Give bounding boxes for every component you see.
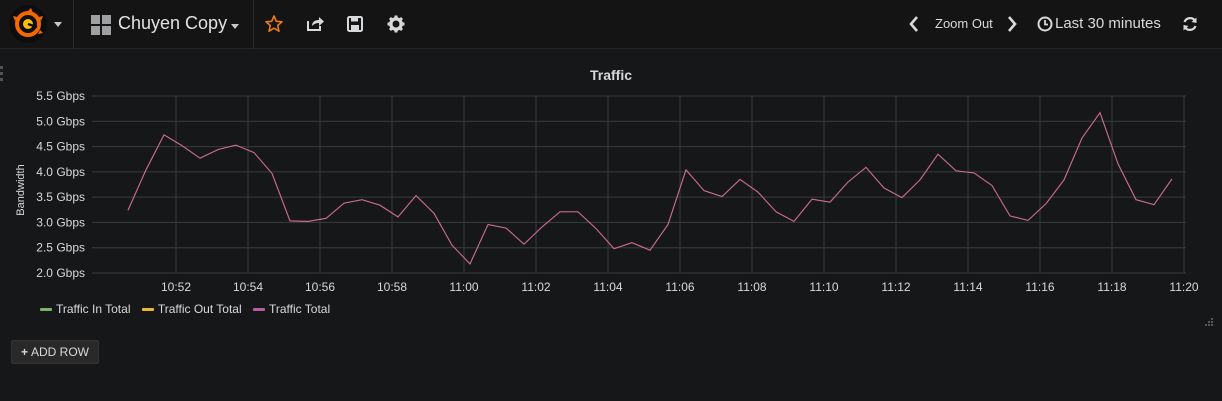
y-tick-label: 3.5 Gbps: [36, 190, 85, 204]
series-line-traffic-total: [127, 111, 1173, 265]
add-row-label: ADD ROW: [31, 345, 89, 359]
x-tick-label: 11:16: [1025, 280, 1054, 294]
x-axis-ticks: 10:52 10:54 10:56 10:58 11:00 11:02 11:04 11:06…: [161, 280, 1199, 294]
y-tick-label: 4.0 Gbps: [36, 165, 85, 179]
y-tick-label: 5.5 Gbps: [36, 89, 85, 103]
y-tick-label: 2.0 Gbps: [36, 266, 85, 280]
y-tick-label: 4.5 Gbps: [36, 140, 85, 154]
y-tick-label: 5.0 Gbps: [36, 114, 85, 128]
x-tick-label: 11:02: [521, 280, 550, 294]
x-tick-label: 11:12: [881, 280, 910, 294]
add-row-button[interactable]: + ADD ROW: [11, 340, 99, 364]
series-line-traffic-overlay: [127, 112, 1173, 265]
panel-resize-handle[interactable]: [1204, 317, 1214, 327]
chart-series: [127, 111, 1173, 265]
y-tick-label: 2.5 Gbps: [36, 241, 85, 255]
legend-item-traffic-out[interactable]: Traffic Out Total: [141, 302, 242, 316]
x-tick-label: 11:18: [1097, 280, 1126, 294]
x-tick-label: 11:10: [809, 280, 838, 294]
chart-legend: Traffic In Total Traffic Out Total Traff…: [40, 302, 338, 316]
x-tick-label: 11:08: [737, 280, 766, 294]
plus-icon: +: [20, 345, 28, 359]
legend-label: Traffic Out Total: [157, 302, 242, 316]
x-tick-label: 10:52: [161, 280, 191, 294]
legend-swatch: [40, 308, 52, 312]
x-tick-label: 11:00: [449, 280, 478, 294]
legend-item-traffic-in[interactable]: Traffic In Total: [40, 302, 130, 316]
x-tick-label: 11:20: [1169, 280, 1198, 294]
traffic-chart: 2.0 Gbps 2.5 Gbps 3.0 Gbps 3.5 Gbps 4.0 Gbps…: [36, 89, 1199, 294]
legend-label: Traffic Total: [268, 302, 331, 316]
legend-swatch: [141, 308, 154, 312]
legend-label: Traffic In Total: [56, 302, 131, 316]
x-tick-label: 11:06: [665, 280, 694, 294]
legend-item-traffic-total[interactable]: Traffic Total: [252, 302, 331, 316]
y-tick-label: 3.0 Gbps: [36, 215, 85, 229]
x-tick-label: 11:14: [953, 280, 982, 294]
legend-swatch: [252, 308, 265, 312]
x-tick-label: 10:56: [305, 280, 335, 294]
y-axis-ticks: 2.0 Gbps 2.5 Gbps 3.0 Gbps 3.5 Gbps 4.0 Gbps…: [36, 89, 85, 280]
chart-grid: [92, 95, 1186, 274]
x-tick-label: 11:04: [593, 280, 622, 294]
x-tick-label: 10:54: [233, 280, 263, 294]
x-tick-label: 10:58: [377, 280, 407, 294]
